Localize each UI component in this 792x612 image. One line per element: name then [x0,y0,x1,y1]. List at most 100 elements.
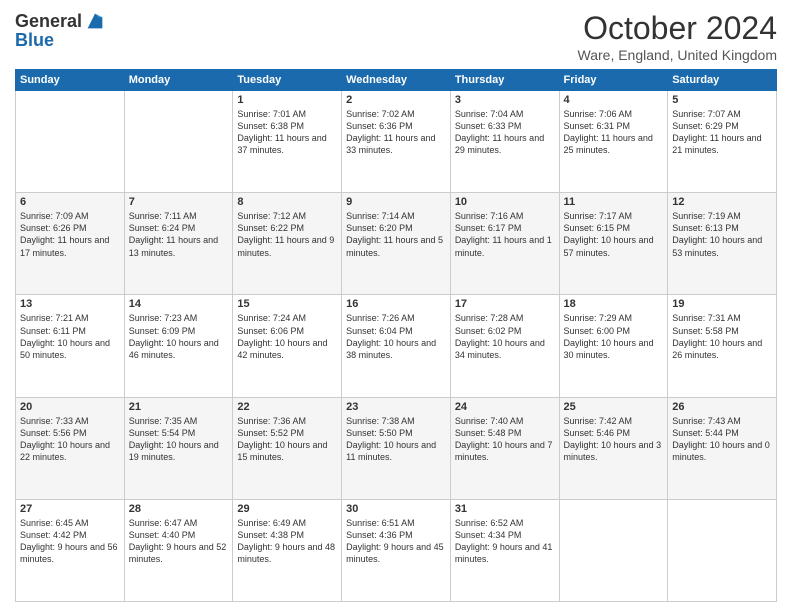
table-row: 5 Sunrise: 7:07 AM Sunset: 6:29 PM Daylig… [668,91,777,193]
table-row: 1Sunrise: 7:01 AM Sunset: 6:38 PM Daylig… [233,91,342,193]
day-number: 6 [20,196,120,208]
col-friday: Friday [559,70,668,91]
table-row: 8 Sunrise: 7:12 AM Sunset: 6:22 PM Daylig… [233,193,342,295]
day-number: 5 [672,94,772,106]
day-number: 21 [129,401,229,413]
page: General Blue October 2024 Ware, England,… [0,0,792,612]
day-info: Sunrise: 7:16 AM Sunset: 6:17 PM Dayligh… [455,210,555,259]
day-number: 12 [672,196,772,208]
day-info: Sunrise: 7:02 AM Sunset: 6:36 PM Dayligh… [346,108,446,157]
day-number: 22 [237,401,337,413]
table-row: 14 Sunrise: 7:23 AM Sunset: 6:09 PM Dayli… [124,295,233,397]
day-info: Sunrise: 7:31 AM Sunset: 5:58 PM Dayligh… [672,312,772,361]
day-number: 24 [455,401,555,413]
col-wednesday: Wednesday [342,70,451,91]
logo-area: General Blue [15,10,106,51]
col-tuesday: Tuesday [233,70,342,91]
day-number: 20 [20,401,120,413]
col-monday: Monday [124,70,233,91]
day-number: 17 [455,298,555,310]
table-row [559,499,668,601]
day-info: Sunrise: 7:43 AM Sunset: 5:44 PM Dayligh… [672,415,772,464]
day-info: Sunrise: 7:23 AM Sunset: 6:09 PM Dayligh… [129,312,229,361]
day-number: 3 [455,94,555,106]
day-number: 14 [129,298,229,310]
col-sunday: Sunday [16,70,125,91]
day-number: 1 [237,94,337,106]
table-row: 4Sunrise: 7:06 AM Sunset: 6:31 PM Daylig… [559,91,668,193]
day-info: Sunrise: 7:12 AM Sunset: 6:22 PM Dayligh… [237,210,337,259]
day-number: 13 [20,298,120,310]
title-area: October 2024 Ware, England, United Kingd… [578,10,777,63]
header: General Blue October 2024 Ware, England,… [15,10,777,63]
calendar-table: Sunday Monday Tuesday Wednesday Thursday… [15,69,777,602]
day-info: Sunrise: 7:17 AM Sunset: 6:15 PM Dayligh… [564,210,664,259]
table-row: 19 Sunrise: 7:31 AM Sunset: 5:58 PM Dayli… [668,295,777,397]
day-info: Sunrise: 7:19 AM Sunset: 6:13 PM Dayligh… [672,210,772,259]
day-info: Sunrise: 7:14 AM Sunset: 6:20 PM Dayligh… [346,210,446,259]
day-number: 23 [346,401,446,413]
table-row: 6 Sunrise: 7:09 AM Sunset: 6:26 PM Daylig… [16,193,125,295]
location-subtitle: Ware, England, United Kingdom [578,47,777,63]
day-number: 7 [129,196,229,208]
day-info: Sunrise: 6:52 AM Sunset: 4:34 PM Dayligh… [455,517,555,566]
day-number: 29 [237,503,337,515]
table-row: 25Sunrise: 7:42 AM Sunset: 5:46 PM Dayli… [559,397,668,499]
calendar-header-row: Sunday Monday Tuesday Wednesday Thursday… [16,70,777,91]
day-number: 16 [346,298,446,310]
col-thursday: Thursday [450,70,559,91]
table-row: 18Sunrise: 7:29 AM Sunset: 6:00 PM Dayli… [559,295,668,397]
day-number: 8 [237,196,337,208]
day-info: Sunrise: 6:51 AM Sunset: 4:36 PM Dayligh… [346,517,446,566]
day-info: Sunrise: 7:28 AM Sunset: 6:02 PM Dayligh… [455,312,555,361]
month-title: October 2024 [578,10,777,47]
calendar-week-4: 20 Sunrise: 7:33 AM Sunset: 5:56 PM Dayli… [16,397,777,499]
table-row: 30 Sunrise: 6:51 AM Sunset: 4:36 PM Dayli… [342,499,451,601]
day-info: Sunrise: 7:21 AM Sunset: 6:11 PM Dayligh… [20,312,120,361]
table-row: 26Sunrise: 7:43 AM Sunset: 5:44 PM Dayli… [668,397,777,499]
day-info: Sunrise: 6:45 AM Sunset: 4:42 PM Dayligh… [20,517,120,566]
table-row [16,91,125,193]
day-number: 30 [346,503,446,515]
day-number: 31 [455,503,555,515]
table-row: 16Sunrise: 7:26 AM Sunset: 6:04 PM Dayli… [342,295,451,397]
day-number: 2 [346,94,446,106]
logo-icon [84,10,106,32]
table-row: 28Sunrise: 6:47 AM Sunset: 4:40 PM Dayli… [124,499,233,601]
calendar-week-5: 27 Sunrise: 6:45 AM Sunset: 4:42 PM Dayli… [16,499,777,601]
table-row: 9 Sunrise: 7:14 AM Sunset: 6:20 PM Daylig… [342,193,451,295]
table-row [124,91,233,193]
logo-blue-text: Blue [15,30,54,51]
table-row: 24 Sunrise: 7:40 AM Sunset: 5:48 PM Dayli… [450,397,559,499]
day-number: 19 [672,298,772,310]
day-info: Sunrise: 7:36 AM Sunset: 5:52 PM Dayligh… [237,415,337,464]
table-row: 17 Sunrise: 7:28 AM Sunset: 6:02 PM Dayli… [450,295,559,397]
day-info: Sunrise: 7:35 AM Sunset: 5:54 PM Dayligh… [129,415,229,464]
day-number: 25 [564,401,664,413]
table-row: 15Sunrise: 7:24 AM Sunset: 6:06 PM Dayli… [233,295,342,397]
table-row: 3Sunrise: 7:04 AM Sunset: 6:33 PM Daylig… [450,91,559,193]
day-number: 9 [346,196,446,208]
logo-general-text: General [15,11,82,32]
table-row: 2 Sunrise: 7:02 AM Sunset: 6:36 PM Daylig… [342,91,451,193]
day-number: 27 [20,503,120,515]
day-number: 4 [564,94,664,106]
day-info: Sunrise: 7:09 AM Sunset: 6:26 PM Dayligh… [20,210,120,259]
table-row: 11Sunrise: 7:17 AM Sunset: 6:15 PM Dayli… [559,193,668,295]
table-row: 21 Sunrise: 7:35 AM Sunset: 5:54 PM Dayli… [124,397,233,499]
day-number: 28 [129,503,229,515]
day-info: Sunrise: 7:07 AM Sunset: 6:29 PM Dayligh… [672,108,772,157]
day-info: Sunrise: 7:24 AM Sunset: 6:06 PM Dayligh… [237,312,337,361]
day-info: Sunrise: 7:11 AM Sunset: 6:24 PM Dayligh… [129,210,229,259]
table-row: 12 Sunrise: 7:19 AM Sunset: 6:13 PM Dayli… [668,193,777,295]
table-row: 10Sunrise: 7:16 AM Sunset: 6:17 PM Dayli… [450,193,559,295]
calendar-week-1: 1Sunrise: 7:01 AM Sunset: 6:38 PM Daylig… [16,91,777,193]
table-row: 29Sunrise: 6:49 AM Sunset: 4:38 PM Dayli… [233,499,342,601]
col-saturday: Saturday [668,70,777,91]
day-info: Sunrise: 7:40 AM Sunset: 5:48 PM Dayligh… [455,415,555,464]
table-row: 20 Sunrise: 7:33 AM Sunset: 5:56 PM Dayli… [16,397,125,499]
day-info: Sunrise: 7:33 AM Sunset: 5:56 PM Dayligh… [20,415,120,464]
day-number: 18 [564,298,664,310]
table-row: 22 Sunrise: 7:36 AM Sunset: 5:52 PM Dayli… [233,397,342,499]
table-row [668,499,777,601]
